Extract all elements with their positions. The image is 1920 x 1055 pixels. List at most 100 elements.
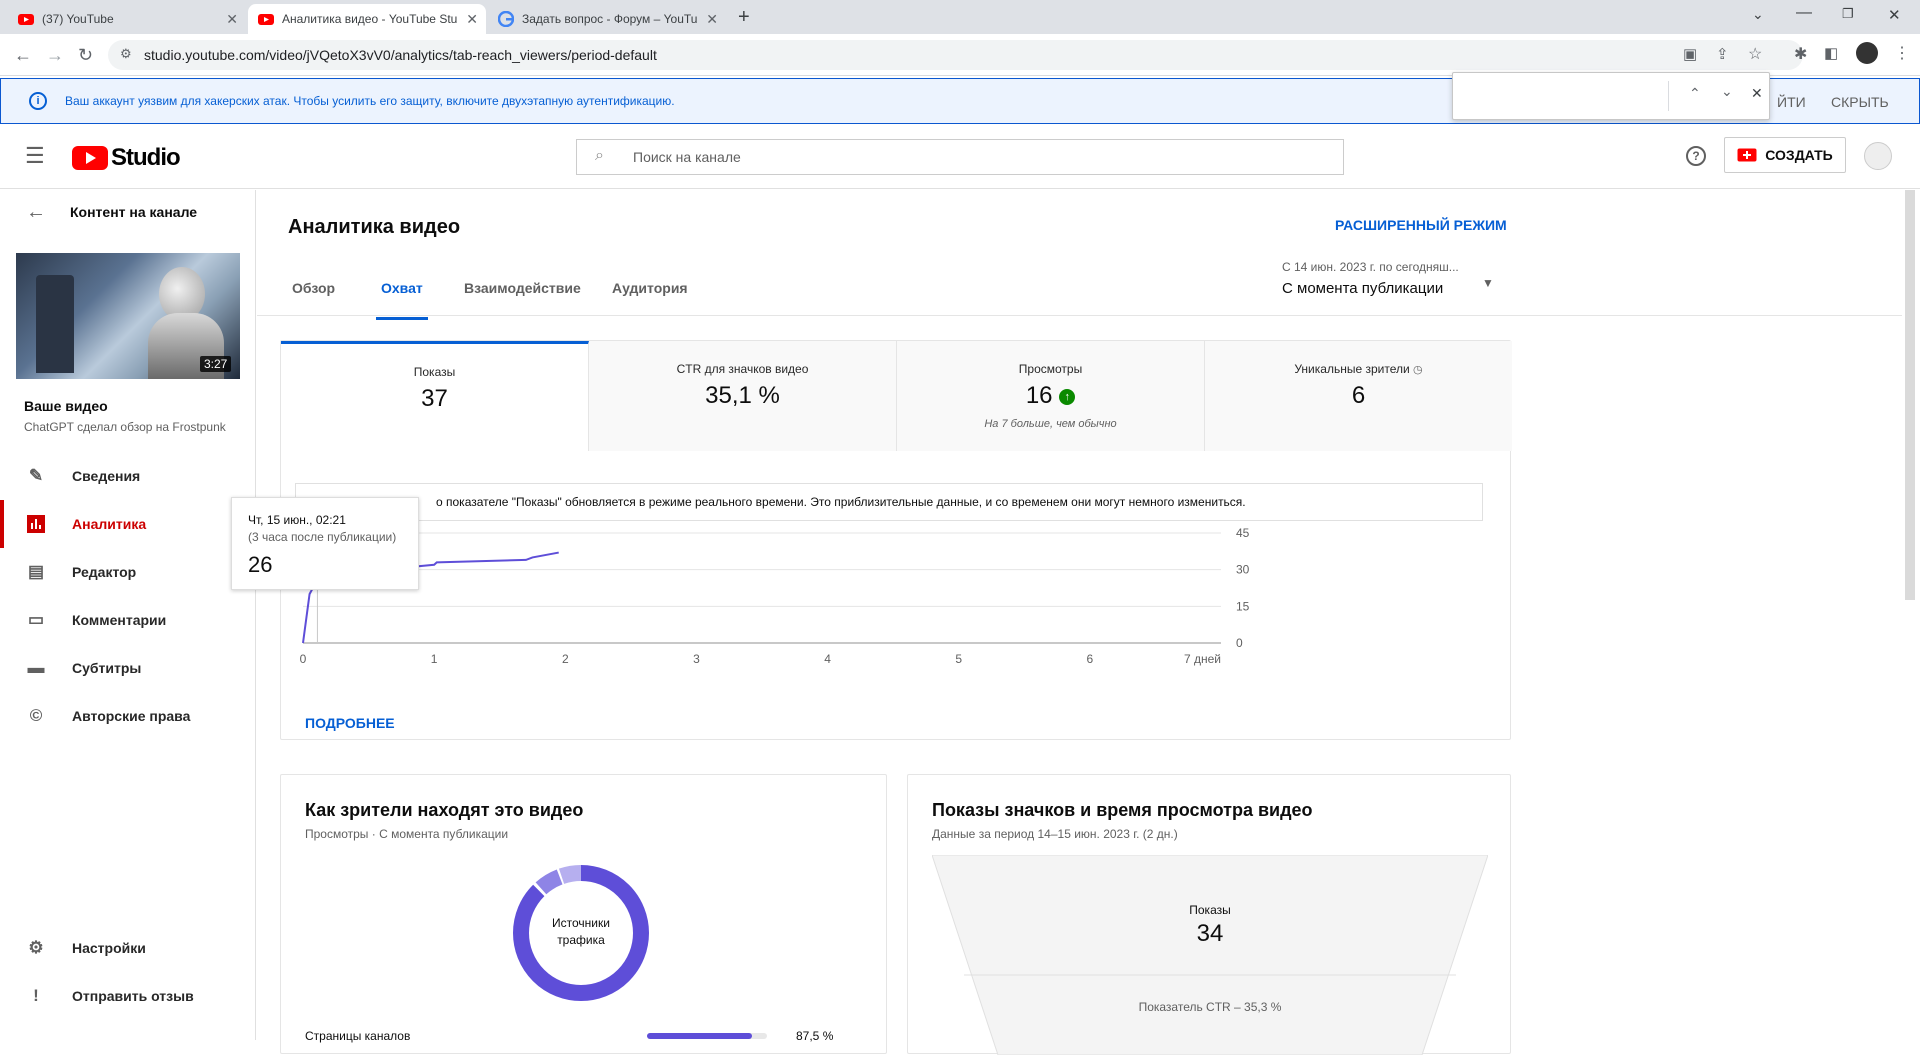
page-scrollbar[interactable] bbox=[1905, 190, 1915, 600]
reach-card: Показы 37 CTR для значков видео 35,1 % П… bbox=[280, 340, 1512, 740]
advanced-mode-link[interactable]: РАСШИРЕННЫЙ РЕЖИМ bbox=[1335, 217, 1507, 233]
minimize-icon[interactable]: — bbox=[1796, 4, 1812, 22]
search-placeholder: Поиск на канале bbox=[633, 149, 741, 165]
x-tick-label: 2 bbox=[562, 652, 569, 666]
sidebar-item-settings[interactable]: ⚙ Настройки bbox=[0, 924, 256, 972]
sidebar-item-analytics[interactable]: Аналитика bbox=[0, 500, 256, 548]
x-tick-label: 6 bbox=[1087, 652, 1094, 666]
sidebar-item-subtitles[interactable]: ▬ Субтитры bbox=[0, 644, 256, 692]
tab-close-icon[interactable]: ✕ bbox=[466, 11, 478, 28]
studio-header: ☰ Studio ⌕ Поиск на канале ? СОЗДАТЬ bbox=[0, 124, 1920, 189]
subtitles-icon: ▬ bbox=[27, 658, 45, 677]
browser-tab-forum[interactable]: Задать вопрос - Форум – YouTu ✕ bbox=[488, 4, 726, 34]
info-icon: i bbox=[29, 92, 47, 110]
tab-close-icon[interactable]: ✕ bbox=[226, 11, 238, 28]
sidebar-item-feedback[interactable]: ! Отправить отзыв bbox=[0, 972, 256, 1020]
y-tick-label: 30 bbox=[1236, 563, 1250, 577]
sidebar-item-label: Сведения bbox=[72, 468, 141, 484]
new-tab-plus-icon[interactable]: + bbox=[738, 6, 750, 29]
back-to-content-link[interactable]: ← Контент на канале bbox=[0, 196, 256, 228]
metric-value: 6 bbox=[1351, 382, 1366, 409]
dropdown-caret-icon: ▼ bbox=[1482, 276, 1494, 290]
x-tick-label: 0 bbox=[300, 652, 307, 666]
back-arrow-icon: ← bbox=[26, 200, 46, 223]
banner-hide-button[interactable]: СКРЫТЬ bbox=[1831, 94, 1889, 110]
share-icon[interactable]: ⇪ bbox=[1716, 45, 1729, 63]
banner-action-button[interactable]: ЙТИ bbox=[1777, 94, 1806, 110]
sidebar-item-comments[interactable]: ▭ Комментарии bbox=[0, 596, 256, 644]
browser-menu-icon[interactable]: ⋮ bbox=[1894, 43, 1910, 63]
metric-value: 16 bbox=[1025, 382, 1053, 409]
tab-engagement[interactable]: Взаимодействие bbox=[464, 280, 581, 320]
create-button-label: СОЗДАТЬ bbox=[1765, 147, 1833, 163]
address-toolbar: ← → ↻ ⚙ studio.youtube.com/video/jVQetoX… bbox=[0, 34, 1920, 76]
tab-audience[interactable]: Аудитория bbox=[612, 280, 688, 320]
period-selector[interactable]: С 14 июн. 2023 г. по сегодняш... С момен… bbox=[1282, 260, 1494, 310]
back-arrow-icon[interactable]: ← bbox=[14, 46, 32, 64]
youtube-icon bbox=[258, 14, 274, 25]
help-icon[interactable]: ? bbox=[1686, 146, 1706, 166]
metric-unique-viewers[interactable]: Уникальные зрители ◷ 6 bbox=[1205, 341, 1512, 451]
bookmark-star-icon[interactable]: ☆ bbox=[1748, 44, 1762, 64]
x-tick-label: 3 bbox=[693, 652, 700, 666]
funnel-shape bbox=[932, 855, 1488, 1055]
forward-arrow-icon[interactable]: → bbox=[46, 46, 64, 64]
metric-impressions[interactable]: Показы 37 bbox=[281, 341, 589, 451]
restore-icon[interactable]: ❐ bbox=[1842, 6, 1854, 22]
traffic-sources-card: Как зрители находят это видео Просмотры … bbox=[280, 774, 887, 1054]
browser-tab-analytics[interactable]: Аналитика видео - YouTube Stu ✕ bbox=[248, 4, 486, 34]
video-title: ChatGPT сделал обзор на Frostpunk bbox=[24, 420, 226, 434]
find-next-chevron-down-icon[interactable]: ⌄ bbox=[1721, 83, 1733, 100]
chart-tooltip: Чт, 15 июн., 02:21 (3 часа после публика… bbox=[231, 497, 419, 590]
find-prev-chevron-up-icon[interactable]: ⌃ bbox=[1689, 85, 1701, 102]
realtime-notice: о показателе "Показы" обновляется в режи… bbox=[295, 483, 1483, 521]
funnel-ctr: Показатель CTR – 35,3 % bbox=[1138, 1000, 1282, 1014]
side-panel-icon[interactable]: ◧ bbox=[1824, 44, 1838, 62]
analytics-icon bbox=[24, 512, 48, 536]
youtube-icon bbox=[18, 14, 34, 25]
sidebar-item-copyright[interactable]: © Авторские права bbox=[0, 692, 256, 740]
studio-logo[interactable]: Studio bbox=[72, 144, 181, 172]
reload-icon[interactable]: ↻ bbox=[78, 46, 93, 64]
more-details-link[interactable]: ПОДРОБНЕЕ bbox=[305, 715, 395, 731]
sidebar-item-editor[interactable]: ▤ Редактор bbox=[0, 548, 256, 596]
find-input[interactable] bbox=[1461, 81, 1661, 111]
browser-tab-youtube[interactable]: (37) YouTube ✕ bbox=[8, 4, 246, 34]
x-tick-label: 7 дней bbox=[1184, 652, 1221, 666]
url-text: studio.youtube.com/video/jVQetoX3vV0/ana… bbox=[144, 47, 657, 63]
google-icon bbox=[498, 11, 514, 27]
profile-avatar[interactable] bbox=[1856, 42, 1878, 64]
period-caption: С 14 июн. 2023 г. по сегодняш... bbox=[1282, 260, 1459, 274]
lens-icon[interactable]: ▣ bbox=[1683, 45, 1697, 63]
back-label: Контент на канале bbox=[70, 204, 198, 220]
extensions-icon[interactable]: ✱ bbox=[1794, 44, 1807, 64]
tooltip-value: 26 bbox=[248, 552, 273, 577]
hamburger-menu-icon[interactable]: ☰ bbox=[25, 143, 45, 169]
site-info-icon[interactable]: ⚙ bbox=[120, 46, 132, 62]
traffic-row-label: Страницы каналов bbox=[305, 1029, 411, 1043]
create-video-icon bbox=[1737, 148, 1757, 162]
tab-close-icon[interactable]: ✕ bbox=[706, 11, 718, 28]
video-thumbnail[interactable]: 3:27 bbox=[16, 253, 240, 379]
tab-reach[interactable]: Охват bbox=[376, 280, 428, 320]
metric-value: 37 bbox=[421, 385, 448, 412]
sidebar-item-details[interactable]: ✎ Сведения bbox=[0, 452, 256, 500]
metric-note: На 7 больше, чем обычно bbox=[984, 418, 1117, 430]
sidebar-item-label: Настройки bbox=[72, 940, 146, 956]
window-close-icon[interactable]: ✕ bbox=[1888, 6, 1901, 24]
channel-avatar[interactable] bbox=[1864, 142, 1892, 170]
tab-search-chevron-icon[interactable]: ⌄ bbox=[1752, 6, 1764, 23]
studio-sidebar: ← Контент на канале 3:27 Ваше видео Chat… bbox=[0, 190, 256, 1040]
channel-search-input[interactable]: ⌕ Поиск на канале bbox=[576, 139, 1344, 175]
find-close-icon[interactable]: ✕ bbox=[1751, 85, 1763, 102]
trend-up-arrow-icon: ↑ bbox=[1059, 388, 1076, 405]
tab-overview[interactable]: Обзор bbox=[292, 280, 335, 320]
tooltip-date: Чт, 15 июн., 02:21 bbox=[248, 513, 346, 527]
traffic-row-bar-track bbox=[647, 1033, 767, 1039]
url-field[interactable]: ⚙ studio.youtube.com/video/jVQetoX3vV0/a… bbox=[108, 40, 1803, 70]
your-video-label: Ваше видео bbox=[24, 398, 108, 414]
metric-ctr[interactable]: CTR для значков видео 35,1 % bbox=[589, 341, 897, 451]
create-button[interactable]: СОЗДАТЬ bbox=[1724, 137, 1846, 173]
metric-views[interactable]: Просмотры 16 ↑ На 7 больше, чем обычно bbox=[897, 341, 1205, 451]
pencil-icon: ✎ bbox=[28, 466, 44, 485]
